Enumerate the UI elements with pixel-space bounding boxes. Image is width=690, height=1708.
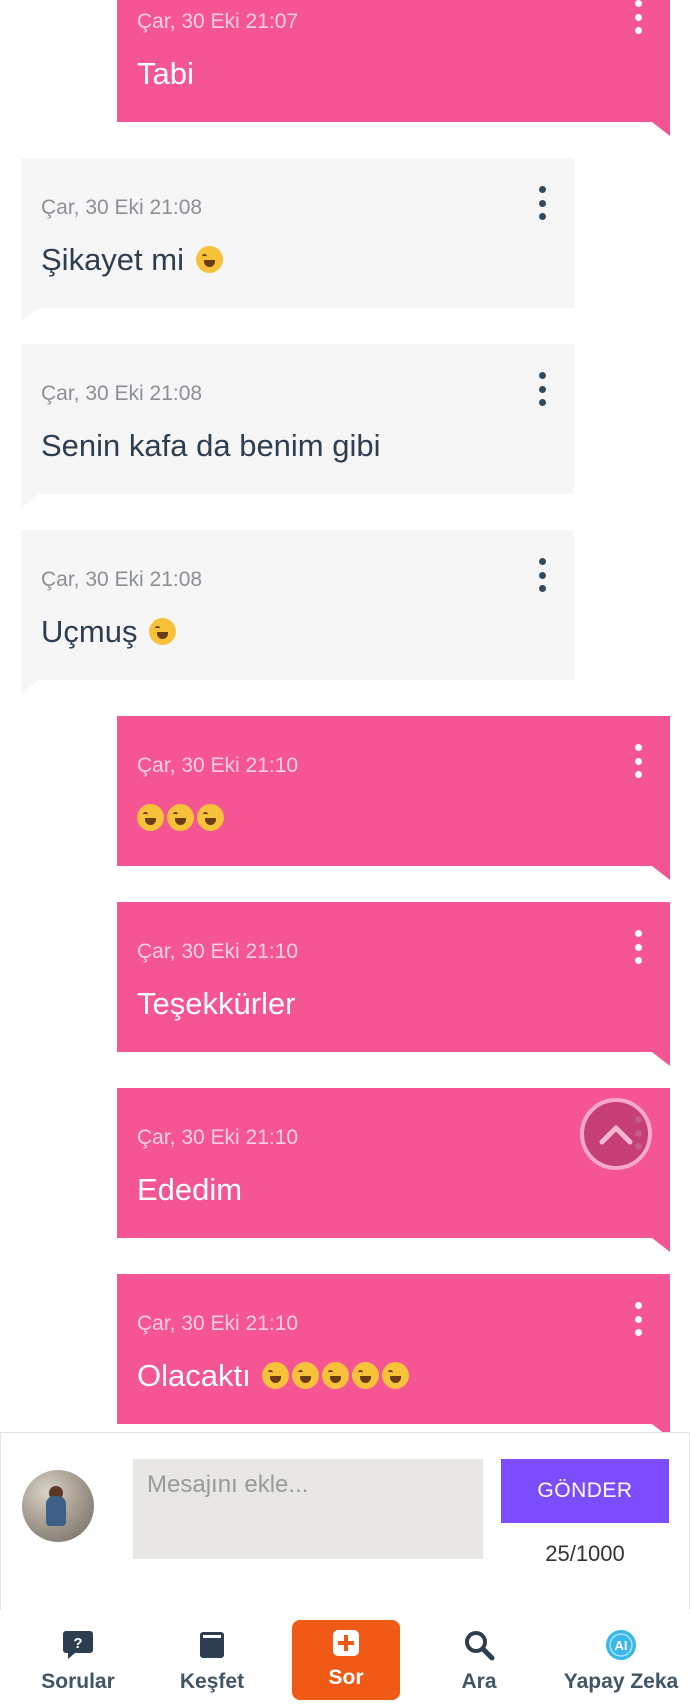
bubble-tail [21,494,39,508]
bubble-tail [652,866,670,880]
message-text [137,800,224,836]
message-text: Tabi [137,56,194,92]
message-timestamp: Çar, 30 Eki 21:10 [137,754,299,777]
message-text-content: Uçmuş [41,614,138,649]
message-bubble: Çar, 30 Eki 21:07 Tabi [117,0,670,136]
bubble-tail [21,308,39,322]
tab-label: Keşfet [179,1670,245,1693]
avatar-figure-body [46,1496,66,1526]
chevron-up-icon [599,1125,633,1145]
message-timestamp: Çar, 30 Eki 21:07 [137,10,299,33]
message-text-content: Şikayet mi [41,242,184,277]
bubble-tail [21,680,39,694]
ai-icon: AI [604,1628,638,1662]
bottom-tab-bar: ? Sorular Keşfet Sor Ara AI Yapay Zeka [0,1610,690,1708]
bubble-body [21,344,574,494]
message-timestamp: Çar, 30 Eki 21:08 [41,196,203,219]
grinning-squint-emoji-icon [382,1362,410,1389]
tab-kesfet[interactable]: Keşfet [162,1610,262,1708]
more-options-icon[interactable] [536,372,548,406]
message-bubble: Çar, 30 Eki 21:08 Uçmuş [21,530,574,694]
tab-label: Sorular [41,1670,115,1693]
search-icon [462,1628,496,1662]
avatar [22,1470,94,1542]
tab-label: Yapay Zeka [563,1670,679,1693]
message-text-content: Olacaktı [137,1358,251,1393]
book-icon [195,1628,229,1662]
laughing-tears-emoji-icon [149,618,177,645]
character-counter: 25/1000 [545,1541,625,1566]
rolling-laughing-emoji-icon [167,804,194,831]
bubble-tail [652,1052,670,1066]
scroll-to-top-button[interactable] [580,1098,652,1170]
message-timestamp: Çar, 30 Eki 21:08 [41,568,203,591]
rolling-laughing-emoji-icon [137,804,164,831]
message-bubble: Çar, 30 Eki 21:08 Senin kafa da benim gi… [21,344,574,508]
plus-icon [329,1626,363,1660]
message-timestamp: Çar, 30 Eki 21:10 [137,1312,299,1335]
message-input[interactable] [133,1459,483,1559]
question-bubble-icon: ? [61,1628,95,1662]
tab-label: Ara [461,1670,497,1693]
message-text: Ededim [137,1172,242,1208]
message-text-content: Senin kafa da benim gibi [41,428,381,463]
more-options-icon[interactable] [536,558,548,592]
tab-ara[interactable]: Ara [434,1610,524,1708]
message-bubble: Çar, 30 Eki 21:10 [117,716,670,880]
message-text: Uçmuş [41,614,177,650]
bubble-body [117,1274,670,1424]
message-composer: GÖNDER 25/1000 [0,1432,690,1610]
bubble-body [21,158,574,308]
more-options-icon[interactable] [632,744,644,778]
svg-text:AI: AI [615,1638,628,1653]
tab-sor[interactable]: Sor [292,1620,400,1700]
message-timestamp: Çar, 30 Eki 21:10 [137,940,299,963]
message-text: Şikayet mi [41,242,223,278]
message-bubble: Çar, 30 Eki 21:10 Teşekkürler [117,902,670,1066]
message-timestamp: Çar, 30 Eki 21:10 [137,1126,299,1149]
message-text: Teşekkürler [137,986,296,1022]
grinning-squint-emoji-icon [352,1362,380,1389]
grinning-squint-emoji-icon [262,1362,290,1389]
more-options-icon[interactable] [632,930,644,964]
message-timestamp: Çar, 30 Eki 21:08 [41,382,203,405]
laughing-tears-emoji-icon [195,246,223,273]
message-text: Olacaktı [137,1358,410,1394]
bubble-body [21,530,574,680]
message-bubble: Çar, 30 Eki 21:10 Olacaktı [117,1274,670,1438]
more-options-icon[interactable] [536,186,548,220]
tab-sorular[interactable]: ? Sorular [28,1610,128,1708]
bubble-body [117,902,670,1052]
message-bubble: Çar, 30 Eki 21:08 Şikayet mi [21,158,574,322]
message-text-content: Tabi [137,56,194,91]
grinning-squint-emoji-icon [292,1362,320,1389]
message-text: Senin kafa da benim gibi [41,428,381,464]
rolling-laughing-emoji-icon [197,804,224,831]
more-options-icon[interactable] [632,0,644,34]
message-text-content: Ededim [137,1172,243,1207]
send-button[interactable]: GÖNDER [501,1459,669,1523]
svg-text:?: ? [73,1635,82,1652]
bubble-body [117,716,670,866]
more-options-icon[interactable] [632,1302,644,1336]
tab-label: Sor [328,1666,364,1689]
message-text-content: Teşekkürler [137,986,296,1021]
bubble-tail [652,1238,670,1252]
grinning-squint-emoji-icon [322,1362,350,1389]
bubble-tail [652,122,670,136]
tab-yapay-zeka[interactable]: AI Yapay Zeka [556,1610,686,1708]
